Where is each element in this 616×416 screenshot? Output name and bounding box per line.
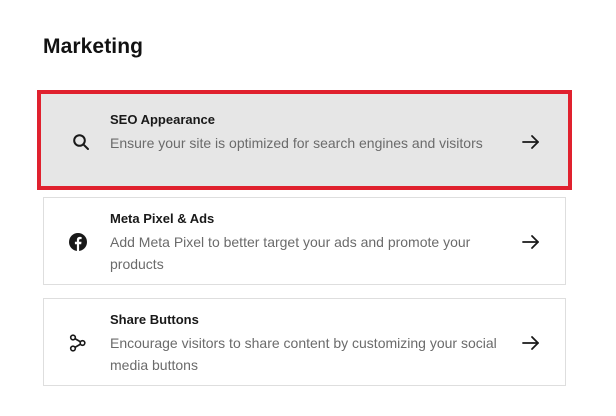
arrow-right-icon xyxy=(521,132,541,152)
card-title: Meta Pixel & Ads xyxy=(110,211,215,226)
card-title: Share Buttons xyxy=(110,312,199,327)
card-text: Share Buttons Encourage visitors to shar… xyxy=(110,311,500,376)
section-title: Marketing xyxy=(43,35,144,58)
card-description: Add Meta Pixel to better target your ads… xyxy=(110,234,471,272)
share-buttons-card[interactable]: Share Buttons Encourage visitors to shar… xyxy=(43,298,566,386)
card-description: Ensure your site is optimized for search… xyxy=(110,135,483,151)
search-icon xyxy=(71,132,91,152)
card-text: Meta Pixel & Ads Add Meta Pixel to bette… xyxy=(110,210,500,275)
meta-pixel-ads-card[interactable]: Meta Pixel & Ads Add Meta Pixel to bette… xyxy=(43,197,566,285)
marketing-settings-page: Marketing SEO Appearance Ensure your sit… xyxy=(0,0,616,416)
share-icon xyxy=(68,333,88,353)
arrow-right-icon xyxy=(521,333,541,353)
seo-appearance-card[interactable]: SEO Appearance Ensure your site is optim… xyxy=(37,90,572,190)
card-text: SEO Appearance Ensure your site is optim… xyxy=(110,111,500,154)
card-title: SEO Appearance xyxy=(110,112,216,127)
arrow-right-icon xyxy=(521,232,541,252)
card-description: Encourage visitors to share content by c… xyxy=(110,335,497,373)
facebook-icon xyxy=(68,232,88,252)
